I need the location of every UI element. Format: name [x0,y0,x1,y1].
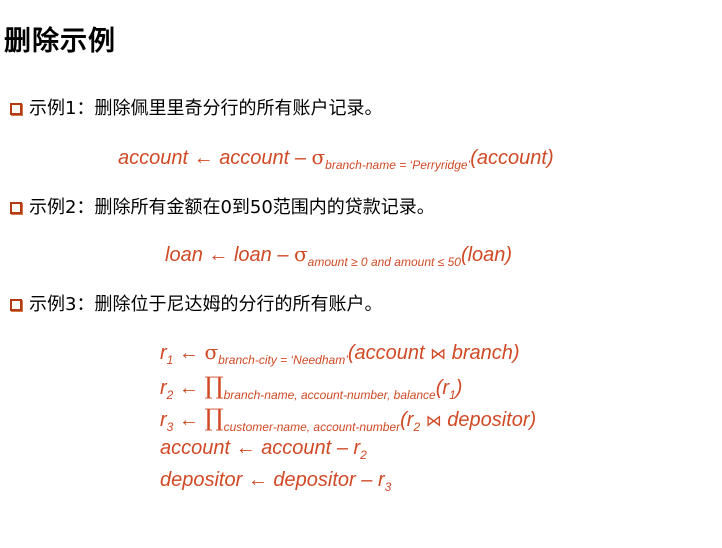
f3-l5-idx: 3 [384,480,392,494]
example-3: 示例3：删除位于尼达姆的分行的所有账户。 [10,294,382,316]
f3-l5-minus: – [361,469,373,491]
f3-l1-var: r [160,342,167,364]
f3-l4-idx: 2 [360,448,367,462]
f3-l3-attrs: customer-name, account-number [223,420,401,434]
formula-example-3-line-3: r3 ← ∏customer-name, account-number(r2 ⋈… [160,404,536,434]
f3-l5-arrow: ← [247,469,268,491]
f2-lhs: loan [165,244,203,266]
f3-l2-var: r [160,377,167,399]
f3-l2-idx: 2 [166,388,174,402]
formula-example-1: account ← account – σbranch-name = ‘Perr… [118,145,554,172]
f3-l2-argidx: 1 [449,388,456,402]
f3-l3-idx: 3 [166,420,174,434]
f3-l1-arrow: ← [178,342,199,364]
f3-l4-arrow: ← [235,437,256,459]
f3-l4-minus: – [336,437,348,459]
f3-l1-sigma: σ [204,340,219,364]
natural-join-icon: ⋈ [430,344,447,363]
f3-l2-pi: ∏ [204,372,224,400]
f3-l5-lhs: depositor [160,469,243,491]
f3-l2-open: (r [435,377,450,399]
f2-condition: amount ≥ 0 and amount ≤ 50 [307,255,461,269]
f3-l1-close: branch) [451,342,520,364]
natural-join-icon: ⋈ [425,411,442,430]
page-title: 删除示例 [4,26,116,57]
f3-l5-var: r [377,469,385,491]
checkbox-bullet-icon [10,298,22,311]
example-2: 示例2：删除所有金额在0到50范围内的贷款记录。 [10,197,435,219]
f3-l3-var: r [160,409,167,431]
f3-l3-pi: ∏ [204,404,224,432]
f2-sigma: σ [294,242,308,266]
f2-arrow: ← [208,244,229,266]
f3-l3-arrow: ← [178,409,199,431]
f3-l5-rel: depositor [273,469,356,491]
f3-l3-argidx: 2 [413,420,421,434]
formula-example-2: loan ← loan – σamount ≥ 0 and amount ≤ 5… [165,242,512,269]
f3-l3-close: depositor) [447,409,537,431]
f1-rel: account [219,147,290,169]
f3-l4-lhs: account [160,437,231,459]
f1-lhs: account [118,147,189,169]
f2-arg: (loan) [460,244,513,266]
f3-l2-close: ) [455,377,463,399]
f3-l1-idx: 1 [166,353,174,367]
f2-minus: – [277,244,289,266]
f1-arg: (account) [470,147,554,169]
f1-minus: – [294,147,306,169]
formula-example-3-line-4: account ← account – r2 [160,436,367,462]
formula-example-3-line-2: r2 ← ∏branch-name, account-number, balan… [160,372,462,402]
f3-l2-attrs: branch-name, account-number, balance [223,388,436,402]
f3-l1-open: (account [347,342,425,364]
f1-condition: branch-name = ‘Perryridge’ [325,158,471,172]
formula-example-3-line-1: r1 ← σbranch-city = ‘Needham’(account ⋈ … [160,340,520,367]
f1-sigma: σ [311,145,326,169]
f2-rel: loan [233,244,272,266]
f3-l4-rel: account [261,437,332,459]
f1-arrow: ← [193,147,214,169]
example-1: 示例1：删除佩里里奇分行的所有账户记录。 [10,98,382,120]
checkbox-bullet-icon [10,201,22,214]
example-1-text: 示例1：删除佩里里奇分行的所有账户记录。 [29,98,383,119]
example-3-text: 示例3：删除位于尼达姆的分行的所有账户。 [29,294,383,315]
f3-l2-arrow: ← [178,377,199,399]
formula-example-3-line-5: depositor ← depositor – r3 [160,468,391,494]
f3-l3-open: (r [400,409,414,431]
checkbox-bullet-icon [10,102,22,115]
example-2-text: 示例2：删除所有金额在0到50范围内的贷款记录。 [29,197,435,218]
f3-l1-condition: branch-city = ‘Needham’ [218,353,348,367]
